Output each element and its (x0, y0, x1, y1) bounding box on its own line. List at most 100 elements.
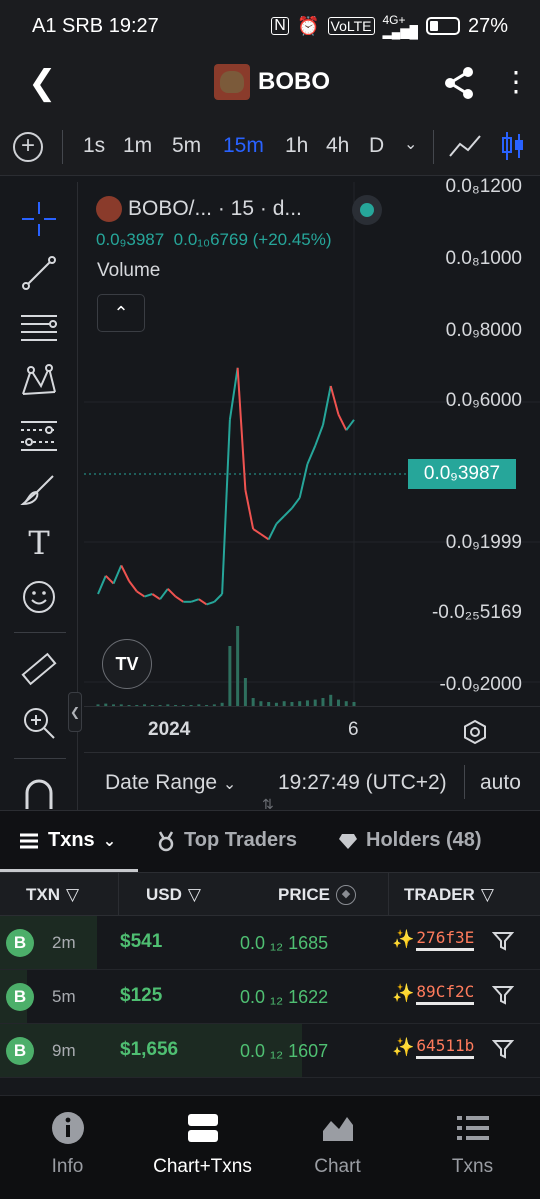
zoom-in-icon[interactable] (18, 702, 60, 744)
brush-icon[interactable] (18, 468, 60, 510)
trader-link[interactable]: ✨ 64511b (392, 1036, 475, 1059)
price-axis-label: 0.0₉1999 (445, 532, 522, 553)
price-candle (337, 414, 348, 431)
tab-holders[interactable]: Holders (48) (338, 829, 482, 852)
trend-line-icon[interactable] (18, 252, 60, 294)
time-label-2024: 2024 (148, 719, 191, 740)
projection-icon[interactable] (18, 414, 60, 456)
filter-icon[interactable]: ▽ (66, 885, 79, 905)
area-chart-icon (322, 1117, 353, 1141)
crosshair-icon[interactable] (18, 198, 60, 240)
add-indicator-button[interactable]: + (13, 132, 43, 162)
price-candle (236, 367, 247, 491)
price-candle (175, 595, 184, 603)
timeframe-1m[interactable]: 1m (123, 134, 152, 158)
current-price-tag: 0.0₉3987 (408, 459, 516, 489)
magnet-icon[interactable] (18, 772, 60, 814)
time-axis: 2024 6 (84, 706, 540, 752)
nfc-icon: N (271, 17, 290, 35)
list-icon (20, 833, 38, 848)
volume-label: Volume (97, 260, 161, 281)
collapse-legend-button[interactable]: ⌃ (97, 294, 145, 332)
token-logo (214, 64, 250, 100)
ruler-icon[interactable] (18, 648, 60, 690)
filter-icon[interactable] (491, 930, 515, 957)
pattern-icon[interactable] (18, 360, 60, 402)
volume-bar (251, 698, 255, 706)
auto-scale-toggle[interactable]: auto (480, 771, 521, 795)
filter-icon[interactable]: ▽ (481, 885, 494, 905)
drawing-toolbar: T (0, 182, 78, 810)
currency-toggle-icon[interactable]: ◆ (335, 885, 356, 905)
price-axis-label: 0.0₉8000 (445, 320, 522, 341)
trader-address[interactable]: 89Cf2C (416, 982, 475, 1005)
filter-icon[interactable] (491, 1038, 515, 1065)
info-icon (51, 1112, 84, 1144)
txn-age: 9m (52, 1041, 76, 1060)
nav-txns[interactable]: Txns (405, 1110, 540, 1178)
sparkle-icon: ✨ (392, 929, 415, 949)
filter-icon[interactable] (491, 984, 515, 1011)
market-status-icon[interactable] (352, 195, 382, 225)
candlestick-icon[interactable] (500, 130, 526, 168)
timeframe-1h[interactable]: 1h (285, 134, 308, 158)
fib-lines-icon[interactable] (18, 306, 60, 348)
price-candle (159, 588, 169, 600)
column-usd[interactable]: USD ▽ (146, 885, 201, 905)
table-row[interactable] (0, 1078, 540, 1096)
timeframe-15m[interactable]: 15m (223, 134, 264, 158)
table-row[interactable]: B 5m $125 0.0 ₁₂ 1622 ✨ 89Cf2C (0, 970, 540, 1024)
timeframe-4h[interactable]: 4h (326, 134, 349, 158)
alarm-icon: ⏰ (297, 15, 320, 36)
timeframe-1s[interactable]: 1s (83, 134, 105, 158)
nav-chart-txns[interactable]: Chart+Txns (135, 1110, 270, 1178)
nav-chart[interactable]: Chart (270, 1110, 405, 1178)
price-candle (190, 598, 200, 603)
price-candle (151, 593, 161, 601)
timeframe-toolbar: + 1s 1m 5m 15m 1h 4h D ⌄ (0, 118, 540, 176)
tool-divider (14, 758, 66, 759)
price-candle (112, 565, 123, 584)
price-axis-label: 0.0₉6000 (445, 390, 522, 411)
filter-icon[interactable]: ▽ (188, 885, 201, 905)
list-icon (456, 1116, 489, 1140)
price-axis-label: 0.0₈1000 (445, 248, 522, 269)
price-chart[interactable]: BOBO/... · 15 · d... 0.0₉3987 0.0₁₀6769 … (84, 176, 540, 752)
tab-txns[interactable]: Txns ⌄ (18, 829, 116, 852)
column-txn[interactable]: TXN ▽ (26, 885, 79, 905)
emoji-icon[interactable] (18, 576, 60, 618)
text-tool-icon[interactable]: T (18, 522, 60, 564)
column-divider (118, 873, 119, 917)
trader-link[interactable]: ✨ 89Cf2C (392, 982, 475, 1005)
column-trader[interactable]: TRADER ▽ (404, 885, 494, 905)
buy-badge: B (6, 929, 34, 957)
price-candle (329, 385, 340, 415)
symbol-label: BOBO/... · 15 · d... (128, 197, 302, 220)
price-candle (260, 533, 270, 541)
date-range-dropdown[interactable]: Date Range ⌄ (105, 771, 236, 795)
trader-address[interactable]: 276f3E (416, 928, 475, 951)
tradingview-logo[interactable]: TV (102, 639, 152, 689)
chevron-down-icon[interactable]: ⌄ (404, 134, 417, 154)
trader-address[interactable]: 64511b (416, 1036, 475, 1059)
more-vertical-icon[interactable]: ⋮ (502, 68, 530, 96)
column-price[interactable]: PRICE ◆ (278, 885, 356, 905)
table-row[interactable]: B 9m $1,656 0.0 ₁₂ 1607 ✨ 64511b (0, 1024, 540, 1078)
signal-icon: 4G+ ▂▄▆█ (382, 13, 418, 39)
line-chart-icon[interactable] (448, 132, 482, 166)
page-title: BOBO (258, 68, 330, 95)
toolbar-collapse-handle[interactable]: ❮ (68, 692, 82, 732)
table-row[interactable]: B 2m $541 0.0 ₁₂ 1685 ✨ 276f3E (0, 916, 540, 970)
txn-age: 2m (52, 933, 76, 952)
price-candle (321, 385, 332, 426)
tab-top-traders[interactable]: Top Traders (156, 829, 297, 852)
timeframe-5m[interactable]: 5m (172, 134, 201, 158)
share-icon[interactable] (444, 66, 474, 105)
chart-settings-icon[interactable] (462, 719, 488, 750)
timeframe-d[interactable]: D (369, 134, 384, 158)
price-axis-label: 0.0₈1200 (445, 176, 522, 197)
back-arrow-icon[interactable]: ❮ (28, 66, 57, 100)
trader-link[interactable]: ✨ 276f3E (392, 928, 475, 951)
nav-info[interactable]: Info (0, 1110, 135, 1178)
price-axis-label: -0.0₂₅5169 (431, 602, 522, 623)
